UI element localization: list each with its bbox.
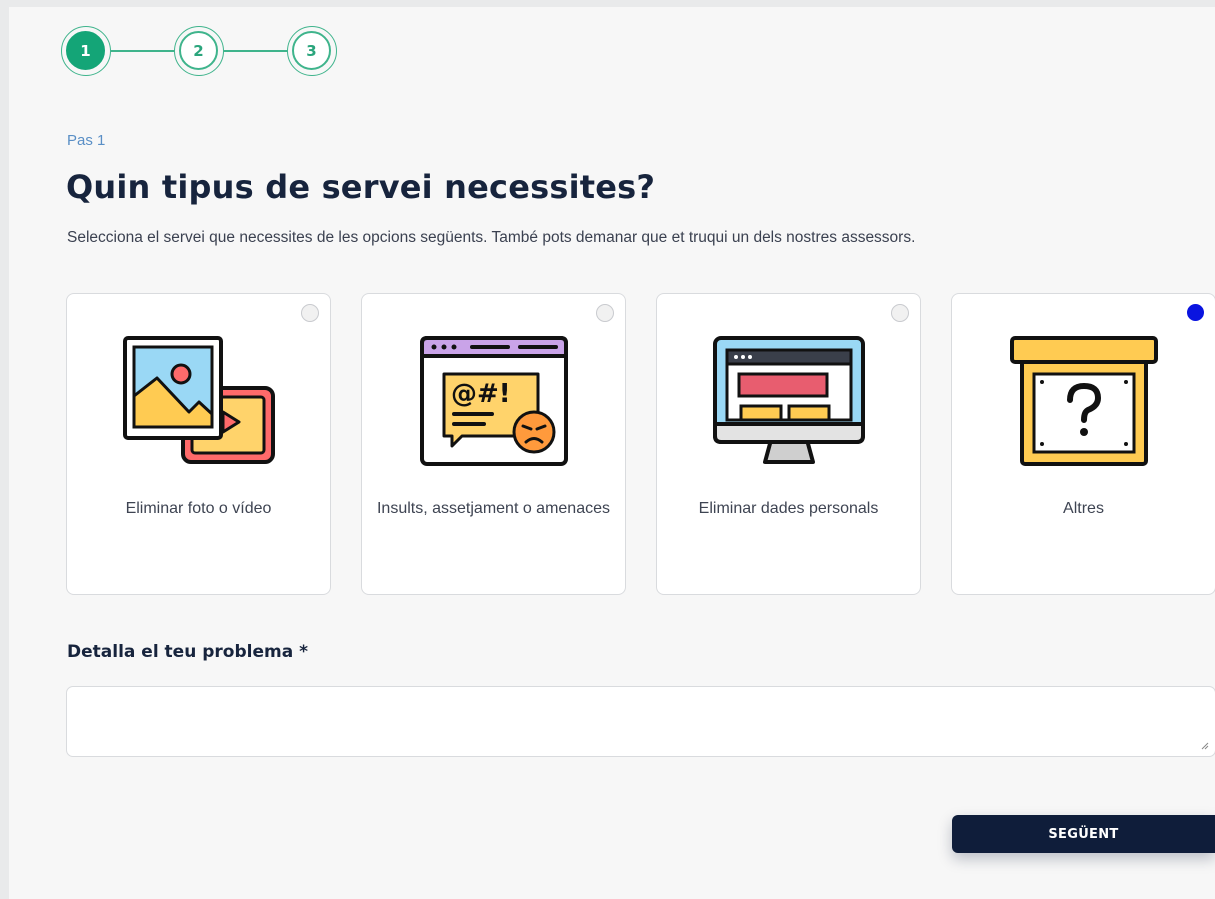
option-label: Eliminar dades personals [698, 500, 879, 517]
option-label: Eliminar foto o vídeo [125, 500, 272, 517]
step-caption: Pas 1 [67, 132, 106, 149]
option-radio[interactable] [596, 304, 614, 322]
step-1-number: 1 [66, 31, 105, 70]
stepper: 1 2 3 [61, 26, 341, 76]
option-label: Insults, assetjament o amenaces [376, 500, 610, 517]
resize-handle-icon[interactable] [1201, 742, 1209, 750]
option-radio-selected[interactable] [1187, 304, 1204, 321]
option-label: Altres [1063, 500, 1104, 517]
monitor-icon [712, 336, 865, 464]
step-3[interactable]: 3 [287, 26, 337, 76]
option-card-personal-data[interactable]: Eliminar dades personals [656, 293, 921, 595]
option-card-photo-video[interactable]: Eliminar foto o vídeo [66, 293, 331, 595]
step-connector [224, 50, 287, 52]
svg-text:@#!: @#! [451, 379, 511, 409]
photo-video-icon [122, 336, 275, 464]
next-button[interactable]: SEGÜENT [952, 815, 1215, 853]
option-card-others[interactable]: Altres [951, 293, 1215, 595]
option-card-insults[interactable]: @#! Insults, assetjament o amenaces [361, 293, 626, 595]
option-radio[interactable] [891, 304, 909, 322]
question-box-icon [1009, 336, 1158, 466]
page-title: Quin tipus de servei necessites? [66, 168, 656, 206]
option-radio[interactable] [301, 304, 319, 322]
problem-description-textarea[interactable] [66, 686, 1215, 757]
step-1[interactable]: 1 [61, 26, 111, 76]
page-subtitle: Selecciona el servei que necessites de l… [67, 229, 916, 246]
step-3-number: 3 [292, 31, 331, 70]
angry-chat-icon: @#! [419, 336, 568, 466]
detail-label: Detalla el teu problema * [67, 642, 308, 662]
step-connector [111, 50, 174, 52]
step-2[interactable]: 2 [174, 26, 224, 76]
step-2-number: 2 [179, 31, 218, 70]
